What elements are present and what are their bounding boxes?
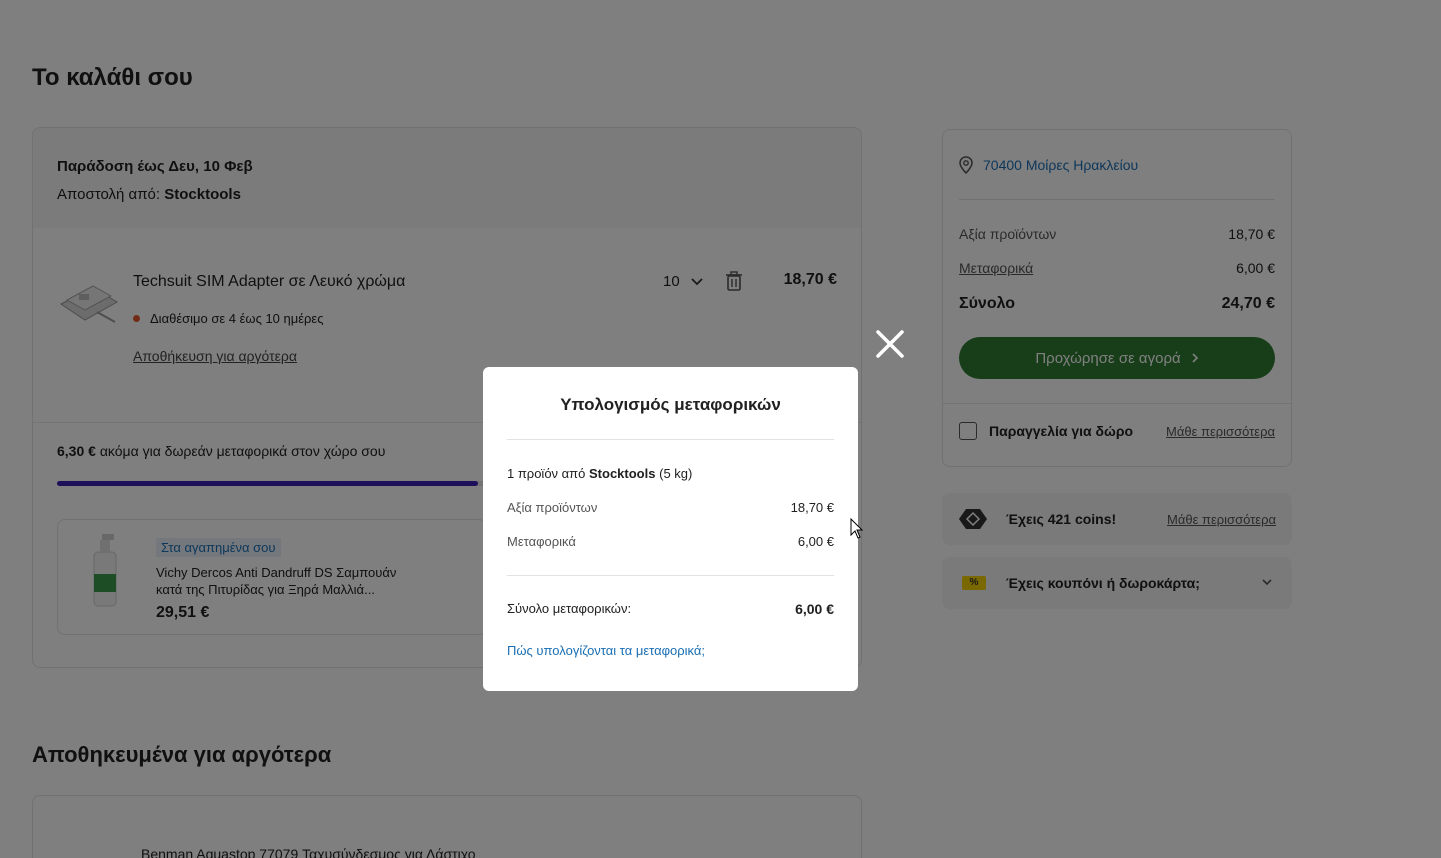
modal-shop-name: Stocktools — [589, 466, 656, 481]
close-icon[interactable] — [872, 326, 908, 362]
modal-products-value: 18,70 € — [790, 500, 834, 515]
modal-shipping-value: 6,00 € — [797, 534, 834, 549]
divider — [507, 575, 834, 576]
modal-total-row: Σύνολο μεταφορικών: 6,00 € — [507, 601, 834, 617]
modal-line-prefix: 1 προϊόν από — [507, 466, 586, 481]
shipping-calculation-modal: Υπολογισμός μεταφορικών 1 προϊόν από Sto… — [483, 367, 858, 691]
modal-shop-line: 1 προϊόν από Stocktools (5 kg) — [507, 466, 692, 481]
divider — [507, 439, 834, 440]
modal-total-value: 6,00 € — [795, 601, 834, 617]
modal-shipping-label: Μεταφορικά — [507, 534, 576, 549]
modal-products-row: Αξία προϊόντων 18,70 € — [507, 500, 834, 515]
shipping-help-link[interactable]: Πώς υπολογίζονται τα μεταφορικά; — [507, 643, 705, 658]
modal-weight: (5 kg) — [659, 466, 693, 481]
modal-total-label: Σύνολο μεταφορικών: — [507, 601, 632, 616]
modal-products-label: Αξία προϊόντων — [507, 500, 598, 515]
modal-shipping-row: Μεταφορικά 6,00 € — [507, 534, 834, 549]
mouse-cursor-icon — [850, 518, 864, 539]
modal-title: Υπολογισμός μεταφορικών — [560, 395, 781, 414]
